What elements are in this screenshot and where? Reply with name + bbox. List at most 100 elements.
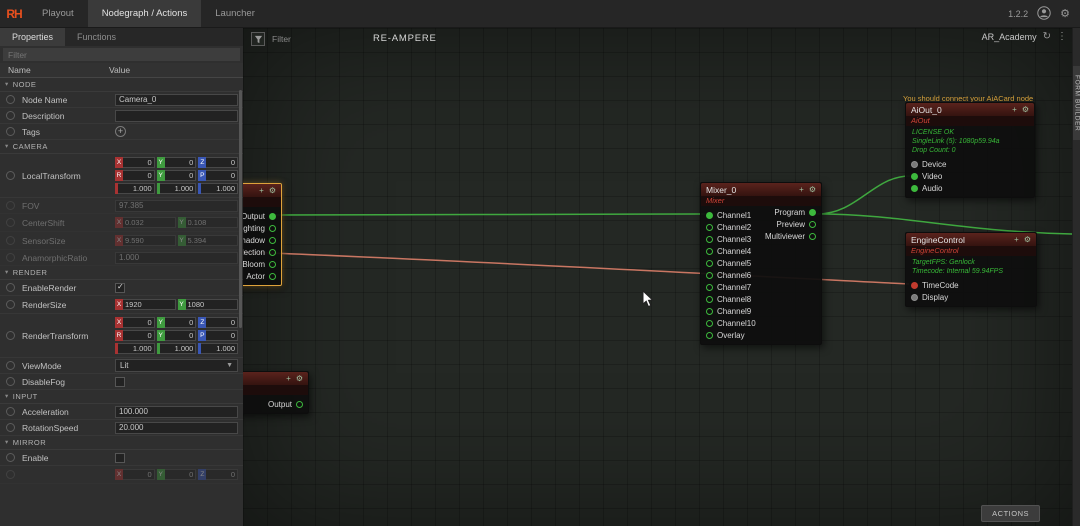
port-circle[interactable] (911, 172, 918, 180)
render-width-input[interactable] (123, 299, 176, 310)
node-gear-icon[interactable]: ⚙ (809, 185, 816, 194)
rt-y-input[interactable] (164, 317, 197, 328)
move-icon[interactable]: + (259, 186, 264, 195)
acceleration-input[interactable] (115, 405, 238, 418)
aiout-port-audio[interactable]: Audio (906, 182, 1034, 194)
wire-program-to-aiout[interactable] (816, 175, 911, 215)
mixer-input-row[interactable]: Overlay (701, 329, 821, 341)
aiout-port-video[interactable]: Video (906, 170, 1034, 182)
section-node[interactable]: ▾ NODE (0, 78, 243, 92)
expose-toggle[interactable] (6, 377, 15, 386)
port-circle[interactable] (706, 259, 713, 267)
wire-camera-to-mixer[interactable] (273, 213, 706, 216)
mixer-input-row[interactable]: Channel4 (701, 245, 821, 257)
port-circle[interactable] (809, 232, 816, 240)
port-circle[interactable] (269, 212, 276, 220)
port-circle[interactable] (269, 236, 276, 244)
tab-playout[interactable]: Playout (28, 0, 88, 27)
rt-scale-y-input[interactable] (159, 343, 197, 354)
node-partial-bottom[interactable]: + ⚙ Output (243, 371, 309, 414)
enable-render-checkbox[interactable] (115, 282, 125, 293)
mixer-input-row[interactable]: Channel10 (701, 317, 821, 329)
transform-yaw-input[interactable] (164, 170, 197, 181)
rt-p-input[interactable] (206, 330, 239, 341)
port-circle[interactable] (269, 272, 276, 280)
expose-toggle[interactable] (6, 407, 15, 416)
mixer-output-preview[interactable]: Preview (701, 218, 821, 230)
section-mirror[interactable]: ▾ MIRROR (0, 436, 243, 450)
move-icon[interactable]: + (1014, 235, 1019, 244)
transform-r-input[interactable] (123, 170, 155, 181)
partial-port-output[interactable]: Output (243, 398, 308, 410)
port-circle[interactable] (269, 260, 276, 268)
engine-port-timecode[interactable]: TimeCode (906, 279, 1036, 291)
render-height-input[interactable] (185, 299, 238, 310)
node-gear-icon[interactable]: ⚙ (296, 374, 303, 383)
nodegraph-canvas[interactable]: Filter RE-AMPERE AR_Academy ↻ ⋮ You shou… (243, 28, 1072, 526)
rotation-speed-input[interactable] (115, 421, 238, 434)
expose-toggle[interactable] (6, 300, 15, 309)
view-mode-select[interactable]: Lit ▼ (115, 359, 238, 372)
node-engine-control[interactable]: EngineControl + ⚙ EngineControl TargetFP… (905, 232, 1037, 307)
node-gear-icon[interactable]: ⚙ (1024, 235, 1031, 244)
description-input[interactable] (115, 109, 238, 122)
tab-launcher[interactable]: Launcher (201, 0, 269, 27)
disable-fog-checkbox[interactable] (115, 376, 125, 387)
section-camera[interactable]: ▾ CAMERA (0, 140, 243, 154)
rt-scale-x-input[interactable] (118, 343, 155, 354)
camera-port-output[interactable]: Output (243, 210, 281, 222)
rt-scale-z-input[interactable] (201, 343, 239, 354)
transform-x-input[interactable] (123, 157, 155, 168)
port-circle[interactable] (911, 281, 918, 289)
expose-toggle[interactable] (6, 95, 15, 104)
port-circle[interactable] (706, 295, 713, 303)
refresh-icon[interactable]: ↻ (1043, 31, 1051, 42)
user-icon[interactable] (1037, 5, 1051, 22)
node-header[interactable]: Mixer_0 + ⚙ (701, 183, 821, 196)
actions-button[interactable]: ACTIONS (981, 505, 1040, 522)
engine-port-display[interactable]: Display (906, 291, 1036, 303)
node-header[interactable]: EngineControl + ⚙ (906, 233, 1036, 246)
expose-toggle[interactable] (6, 361, 15, 370)
aiout-port-device[interactable]: Device (906, 158, 1034, 170)
panel-scrollbar[interactable] (239, 90, 242, 328)
kebab-menu-icon[interactable]: ⋮ (1057, 31, 1067, 42)
camera-port-bloom[interactable]: Bloom (243, 258, 281, 270)
tab-nodegraph-actions[interactable]: Nodegraph / Actions (87, 0, 202, 27)
section-input[interactable]: ▾ INPUT (0, 390, 243, 404)
move-icon[interactable]: + (1012, 105, 1017, 114)
camera-port-shadow[interactable]: Shadow (243, 234, 281, 246)
settings-gear-icon[interactable]: ⚙ (1060, 7, 1070, 20)
node-header[interactable]: + ⚙ (243, 372, 308, 385)
rt-z-input[interactable] (206, 317, 239, 328)
section-render[interactable]: ▾ RENDER (0, 266, 243, 280)
rt-x-input[interactable] (123, 317, 155, 328)
move-icon[interactable]: + (286, 374, 291, 383)
port-circle[interactable] (911, 293, 918, 301)
mixer-output-multiviewer[interactable]: Multiviewer (701, 230, 821, 242)
move-icon[interactable]: + (799, 185, 804, 194)
port-circle[interactable] (706, 307, 713, 315)
node-mixer[interactable]: Mixer_0 + ⚙ Mixer Channel1 Channel2 Chan… (700, 182, 822, 345)
port-circle[interactable] (706, 331, 713, 339)
rt-yaw-input[interactable] (164, 330, 197, 341)
scale-y-input[interactable] (159, 183, 197, 194)
node-camera[interactable]: Camera_0 + ⚙ Camera Output Lighting Shad… (243, 183, 282, 286)
tab-properties[interactable]: Properties (0, 28, 66, 46)
node-header[interactable]: AiOut_0 + ⚙ (906, 103, 1034, 116)
port-circle[interactable] (706, 283, 713, 291)
node-aiout[interactable]: AiOut_0 + ⚙ AiOut LICENSE OK SingleLink … (905, 102, 1035, 198)
expose-toggle[interactable] (6, 331, 15, 340)
port-circle[interactable] (809, 208, 816, 216)
scale-x-input[interactable] (118, 183, 155, 194)
port-circle[interactable] (269, 224, 276, 232)
mirror-enable-checkbox[interactable] (115, 452, 125, 463)
camera-port-lighting[interactable]: Lighting (243, 222, 281, 234)
node-gear-icon[interactable]: ⚙ (1022, 105, 1029, 114)
mixer-output-program[interactable]: Program (701, 206, 821, 218)
camera-port-actor[interactable]: Actor (243, 270, 281, 282)
scale-z-input[interactable] (201, 183, 239, 194)
port-circle[interactable] (706, 271, 713, 279)
properties-filter-input[interactable] (3, 48, 240, 61)
form-builder-tab[interactable]: FORM BUILDER (1073, 66, 1080, 140)
